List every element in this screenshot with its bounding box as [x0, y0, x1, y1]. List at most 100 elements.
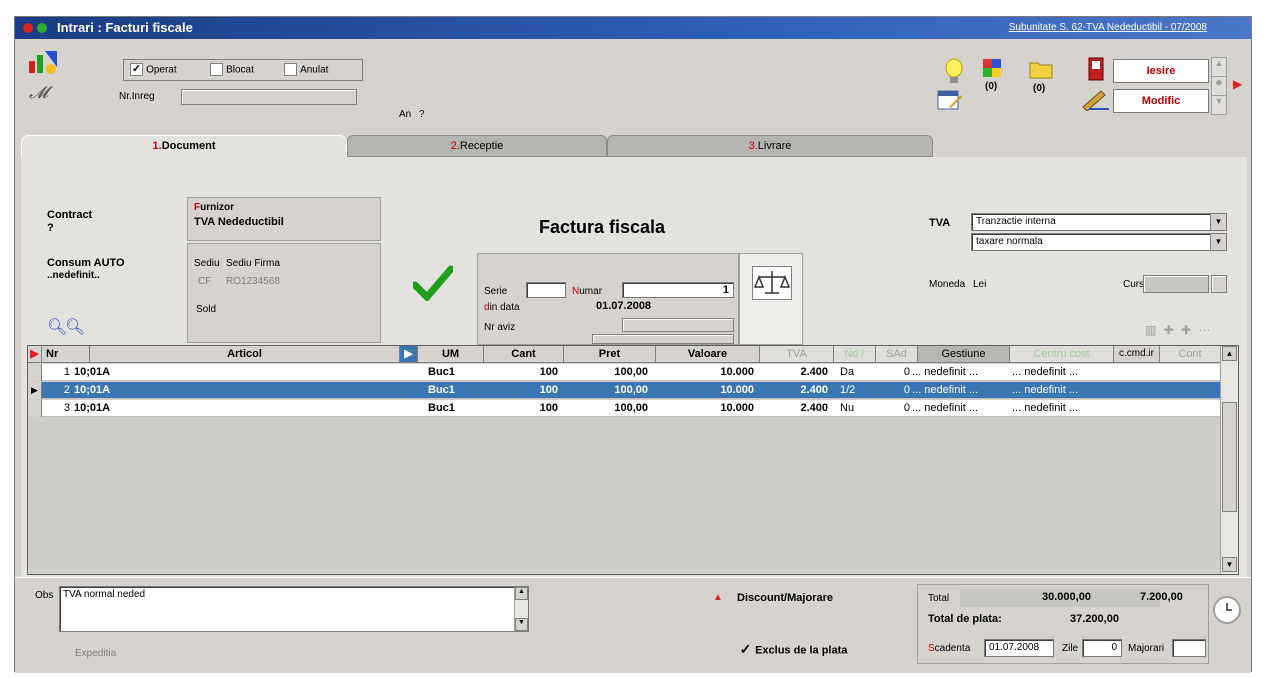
- table-row[interactable]: 1 10;01A Buc1 100 100,00 10.000 2.400 Da…: [28, 364, 1221, 381]
- scroll-thumb[interactable]: [1222, 402, 1237, 512]
- close-dot-icon[interactable]: [23, 23, 33, 33]
- iesire-button[interactable]: Iesire: [1113, 59, 1209, 83]
- obs-scrollbar[interactable]: ▲ ▼: [514, 587, 528, 631]
- scroll-up-icon[interactable]: ▲: [1222, 346, 1237, 361]
- tab-document[interactable]: 1.Document: [21, 135, 347, 157]
- col-tva[interactable]: TVA: [760, 346, 834, 363]
- cell-sad: 0: [903, 366, 910, 378]
- operat-check-icon[interactable]: ✓: [130, 63, 143, 76]
- status-group: ✓ Operat Blocat Anulat: [123, 59, 363, 81]
- pen-edit-icon[interactable]: [1081, 89, 1111, 114]
- scroll-down-icon[interactable]: ▼: [515, 618, 528, 631]
- col-cont[interactable]: Cont: [1160, 346, 1221, 363]
- row-indicator: [28, 364, 42, 381]
- table-row[interactable]: 3 10;01A Buc1 100 100,00 10.000 2.400 Nu…: [28, 400, 1221, 417]
- col-comanda[interactable]: c.cmd.ir: [1114, 346, 1160, 363]
- cell-nr: 1: [63, 366, 70, 378]
- an-value: ?: [419, 109, 425, 120]
- scroll-down-icon[interactable]: ▼: [1222, 557, 1237, 572]
- validate-check-icon[interactable]: [411, 265, 455, 304]
- scadenta-label-first: S: [928, 643, 935, 654]
- operat-checkbox[interactable]: ✓ Operat: [130, 63, 177, 76]
- chevron-down-icon[interactable]: ▼: [1210, 214, 1226, 230]
- curs-field[interactable]: [1143, 275, 1209, 293]
- numar-label-rest: umar: [579, 286, 603, 297]
- obs-value: TVA normal neded: [63, 589, 146, 600]
- majorari-field[interactable]: [1172, 639, 1206, 657]
- col-gestiune[interactable]: Gestiune: [918, 346, 1010, 363]
- col-sad[interactable]: SAd: [876, 346, 918, 363]
- nav-middle-icon[interactable]: ◆: [1212, 77, 1226, 96]
- subunit-link[interactable]: Subunitate S. 62-TVA Nedeductibil - 07/2…: [1009, 22, 1207, 33]
- modific-button[interactable]: Modific: [1113, 89, 1209, 113]
- anulat-checkbox[interactable]: Anulat: [284, 63, 328, 76]
- balance-button[interactable]: [739, 253, 803, 345]
- chevron-down-icon[interactable]: ▼: [1210, 234, 1226, 250]
- exclus-checkbox[interactable]: ✓ Exclus de la plata: [739, 642, 848, 657]
- furnizor-box[interactable]: Furnizor TVA Nedeductibil: [187, 197, 381, 241]
- expeditia-label[interactable]: Expeditia: [75, 648, 116, 659]
- tva-select-1[interactable]: Tranzactie interna ▼: [971, 213, 1227, 231]
- search-advanced-icon[interactable]: 🔍︎: [65, 317, 85, 337]
- col-cant[interactable]: Cant: [484, 346, 564, 363]
- app-logo-icon[interactable]: [27, 47, 59, 80]
- cell-gestiune: ... nedefinit ...: [912, 402, 979, 414]
- cell-gestiune: ... nedefinit ...: [912, 384, 979, 396]
- cube-icon[interactable]: [981, 57, 1003, 82]
- minimize-dot-icon[interactable]: [37, 23, 47, 33]
- nav-up-icon[interactable]: ▲: [1212, 58, 1226, 77]
- obs-textarea[interactable]: TVA normal neded ▲ ▼: [59, 586, 529, 632]
- grid-scrollbar[interactable]: ▲ ▼: [1220, 346, 1238, 574]
- balance-icon[interactable]: [752, 266, 792, 300]
- dindata-label-rest: in data: [489, 302, 520, 313]
- calendar-edit-icon[interactable]: [937, 89, 963, 114]
- row-indicator: [28, 400, 42, 417]
- col-pret[interactable]: Pret: [564, 346, 656, 363]
- blocat-check-icon[interactable]: [210, 63, 223, 76]
- cell-cant: 100: [539, 384, 558, 396]
- cell-centru-cost: ... nedefinit ...: [1012, 366, 1079, 378]
- serie-field[interactable]: [526, 282, 566, 298]
- sediu-value[interactable]: Sediu Firma: [226, 258, 280, 269]
- numar-field[interactable]: 1: [622, 282, 734, 298]
- moneda-value[interactable]: Lei: [973, 279, 986, 290]
- anulat-check-icon[interactable]: [284, 63, 297, 76]
- col-articol[interactable]: Articol: [90, 346, 400, 363]
- scroll-up-icon[interactable]: ▲: [515, 587, 528, 600]
- contract-value[interactable]: ?: [47, 222, 54, 234]
- nav-scroller[interactable]: ▲ ◆ ▼: [1211, 57, 1227, 115]
- numar-label: Numar: [572, 286, 602, 297]
- col-valoare[interactable]: Valoare: [656, 346, 760, 363]
- clock-icon[interactable]: [1213, 596, 1241, 624]
- expand-arrow-icon[interactable]: ▶: [1233, 77, 1242, 91]
- table-row-selected[interactable]: ▶ 2 10;01A Buc1 100 100,00 10.000 2.400 …: [28, 382, 1221, 399]
- numar-value: 1: [722, 284, 729, 296]
- blocat-checkbox[interactable]: Blocat: [210, 63, 254, 76]
- nav-down-icon[interactable]: ▼: [1212, 96, 1226, 114]
- consum-value[interactable]: ..nedefinit..: [47, 270, 100, 281]
- curs-button[interactable]: [1211, 275, 1227, 293]
- col-centru-cost[interactable]: Centru cost: [1010, 346, 1114, 363]
- tab-livrare[interactable]: 3.Livrare: [607, 135, 933, 157]
- operat-label: Operat: [146, 64, 177, 76]
- tab-receptie-num: 2.: [450, 140, 460, 152]
- discount-link[interactable]: Discount/Majorare: [737, 592, 833, 604]
- nraviz-field[interactable]: [592, 334, 734, 344]
- exclus-check-icon[interactable]: ✓: [739, 642, 752, 657]
- zile-field[interactable]: 0: [1082, 639, 1122, 657]
- col-nd[interactable]: Nd?: [834, 346, 876, 363]
- tab-receptie[interactable]: 2.Receptie: [347, 135, 607, 157]
- scadenta-field[interactable]: 01.07.2008: [984, 639, 1054, 657]
- nrinreg-field[interactable]: [181, 89, 357, 105]
- col-nr[interactable]: Nr: [42, 346, 90, 363]
- dindata-value[interactable]: 01.07.2008: [596, 300, 651, 312]
- exit-door-icon[interactable]: [1087, 57, 1105, 84]
- tva-select-2[interactable]: taxare normala ▼: [971, 233, 1227, 251]
- grid-tools-icon[interactable]: ▥ ✚ ✚ ⋯: [1145, 323, 1212, 337]
- tab-document-label: Document: [161, 140, 216, 152]
- scadenta-label: Scadenta: [928, 643, 970, 654]
- col-um[interactable]: UM: [418, 346, 484, 363]
- col-expand-icon[interactable]: ▶: [400, 346, 418, 363]
- folder-icon[interactable]: [1029, 59, 1053, 82]
- lightbulb-icon[interactable]: [943, 57, 965, 90]
